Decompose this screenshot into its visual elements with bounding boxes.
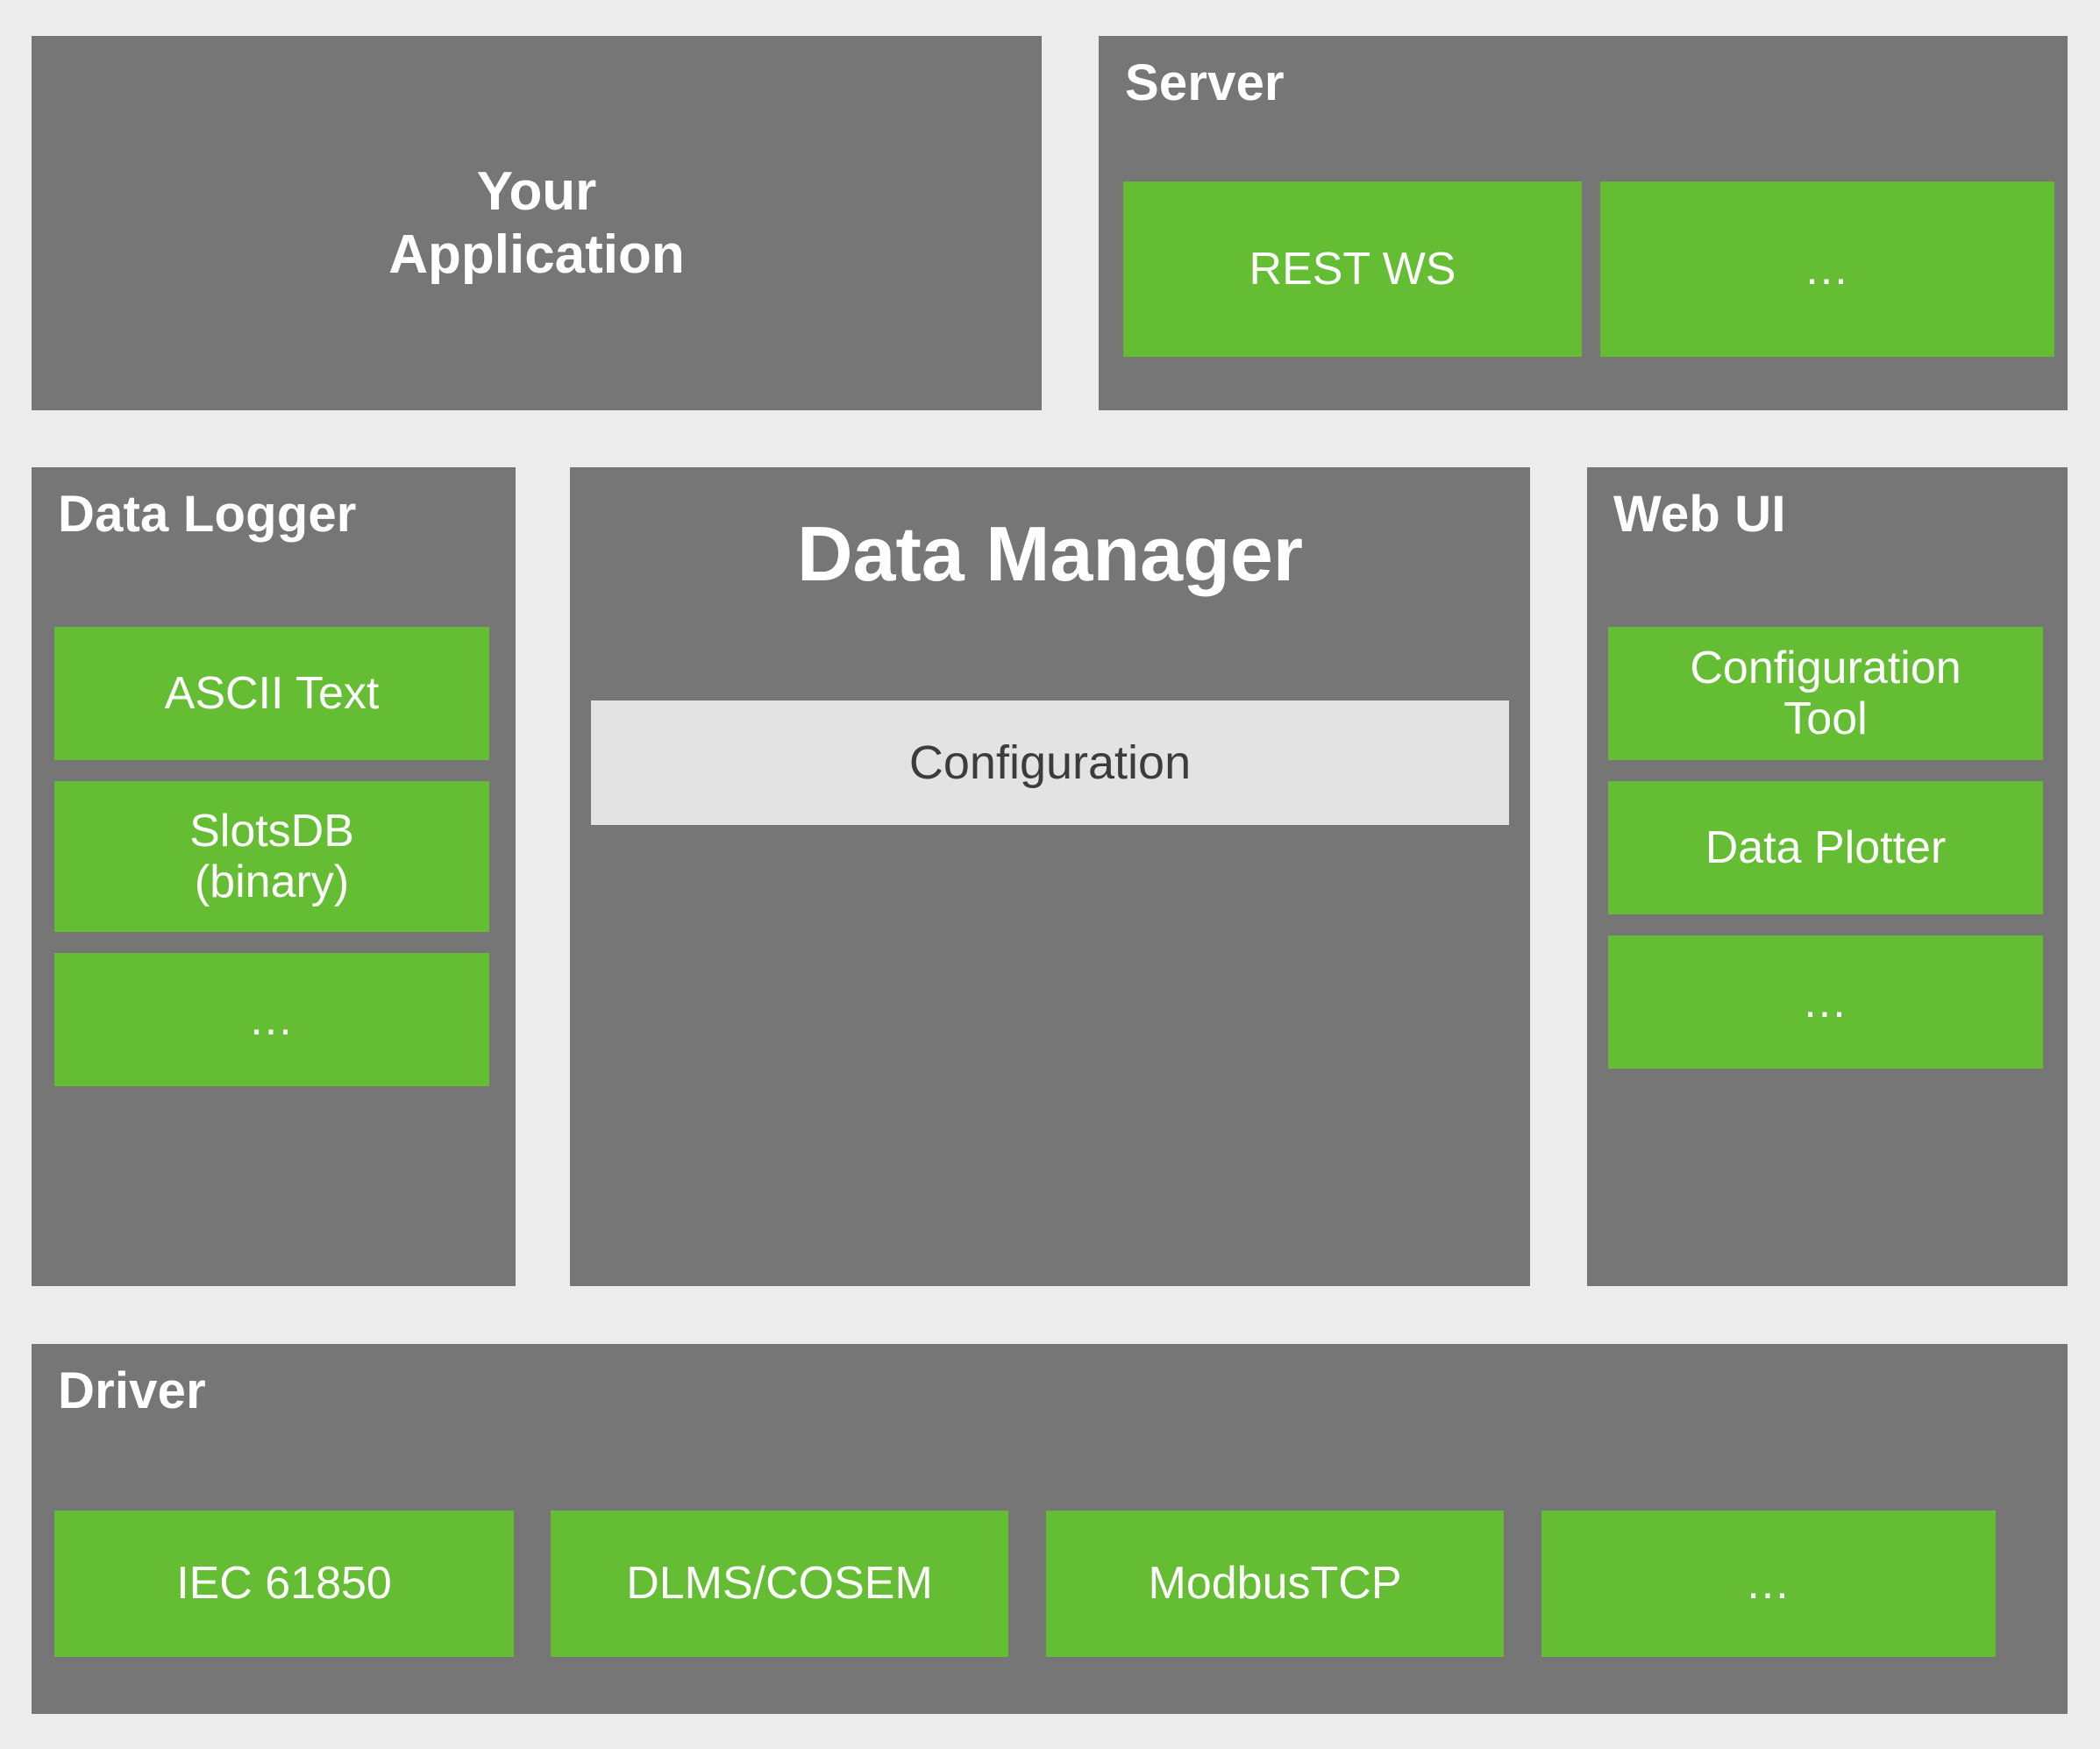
data-logger-block-ascii-text-label: ASCII Text xyxy=(165,668,380,719)
web-ui-block-more-label: ... xyxy=(1804,977,1847,1027)
web-ui-block-configuration-tool-label: Configuration Tool xyxy=(1690,643,1961,744)
server-block-more-label: ... xyxy=(1805,244,1848,295)
data-manager-title: Data Manager xyxy=(570,509,1530,599)
data-logger-block-more-label: ... xyxy=(250,994,293,1045)
web-ui-panel: Web UI Configuration Tool Data Plotter .… xyxy=(1587,467,2068,1286)
data-logger-block-more[interactable]: ... xyxy=(54,953,489,1086)
web-ui-block-data-plotter-label: Data Plotter xyxy=(1705,822,1947,873)
driver-block-dlms-cosem[interactable]: DLMS/COSEM xyxy=(551,1511,1008,1657)
data-logger-title: Data Logger xyxy=(58,488,357,542)
driver-block-more-label: ... xyxy=(1747,1558,1790,1609)
driver-block-iec-61850[interactable]: IEC 61850 xyxy=(54,1511,514,1657)
server-block-more[interactable]: ... xyxy=(1600,181,2054,357)
driver-block-modbus-tcp-label: ModbusTCP xyxy=(1149,1558,1402,1609)
your-application-panel: Your Application xyxy=(32,36,1042,410)
server-block-rest-ws[interactable]: REST WS xyxy=(1123,181,1582,357)
web-ui-block-more[interactable]: ... xyxy=(1608,935,2043,1069)
driver-title: Driver xyxy=(58,1365,206,1418)
driver-block-more[interactable]: ... xyxy=(1541,1511,1996,1657)
data-logger-panel: Data Logger ASCII Text SlotsDB (binary) … xyxy=(32,467,516,1286)
data-logger-block-slotsdb-label: SlotsDB (binary) xyxy=(189,806,354,907)
data-manager-configuration-block[interactable]: Configuration xyxy=(591,700,1509,825)
data-logger-block-ascii-text[interactable]: ASCII Text xyxy=(54,627,489,760)
data-manager-panel: Data Manager Configuration xyxy=(570,467,1530,1286)
driver-block-modbus-tcp[interactable]: ModbusTCP xyxy=(1046,1511,1504,1657)
server-block-rest-ws-label: REST WS xyxy=(1249,244,1456,295)
data-logger-block-slotsdb[interactable]: SlotsDB (binary) xyxy=(54,781,489,932)
your-application-title: Your Application xyxy=(388,160,685,287)
driver-block-dlms-cosem-label: DLMS/COSEM xyxy=(626,1558,933,1609)
web-ui-block-data-plotter[interactable]: Data Plotter xyxy=(1608,781,2043,914)
data-manager-configuration-label: Configuration xyxy=(909,736,1191,790)
server-panel: Server REST WS ... xyxy=(1099,36,2068,410)
driver-block-iec-61850-label: IEC 61850 xyxy=(176,1558,392,1609)
web-ui-block-configuration-tool[interactable]: Configuration Tool xyxy=(1608,627,2043,760)
driver-panel: Driver IEC 61850 DLMS/COSEM ModbusTCP ..… xyxy=(32,1344,2068,1714)
server-title: Server xyxy=(1125,57,1285,110)
web-ui-title: Web UI xyxy=(1613,488,1786,542)
